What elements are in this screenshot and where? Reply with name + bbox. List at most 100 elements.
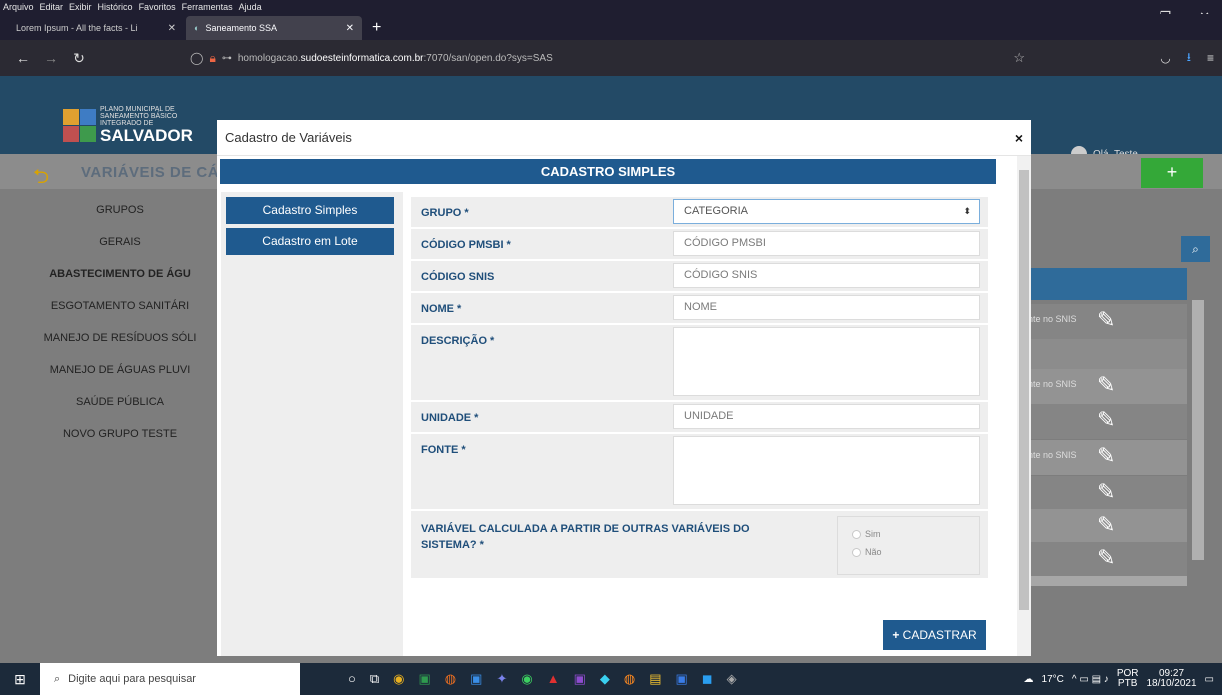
download-icon[interactable]: ⭳ [1187,48,1191,69]
address-bar[interactable]: ◯ 🔒︎ ⊶ homologacao.sudoesteinformatica.c… [190,46,1025,70]
nav-item-novo-grupo[interactable]: NOVO GRUPO TESTE [0,418,240,450]
edit-icon[interactable]: ✎ [1097,372,1115,398]
radio-nao[interactable]: Não [852,547,882,557]
close-icon[interactable]: × [1015,130,1023,146]
clock[interactable]: 09:27 18/10/2021 [1146,669,1196,689]
menu-ajuda[interactable]: Ajuda [239,2,262,12]
codigo-pmsbi-input[interactable]: CÓDIGO PMSBI [673,231,980,256]
table-row: nte no SNIS ✎ [1004,304,1187,339]
firefox-icon[interactable]: ◍ [445,671,456,687]
new-tab-button[interactable]: + [364,16,389,40]
site-logo[interactable]: PLANO MUNICIPAL DE SANEAMENTO BÁSICO INT… [63,104,201,146]
weather-icon[interactable]: ☁ [1024,674,1034,685]
radio-sim[interactable]: Sim [852,529,881,539]
modal-scroll-thumb[interactable] [1019,170,1029,610]
tray-icons[interactable]: ^ ▭ ▤ ♪ [1072,674,1109,685]
acrobat-icon[interactable]: ▲ [547,671,560,687]
grupo-select-value: CATEGORIA [684,205,748,217]
descricao-textarea[interactable] [673,327,980,396]
page-title: VARIÁVEIS DE CÁL [81,164,229,181]
menu-editar[interactable]: Editar [40,2,64,12]
unidade-label: UNIDADE * [421,412,479,424]
modal-title: Cadastro de Variáveis [225,130,352,145]
lock-warning-icon[interactable]: 🔒︎ [209,51,215,66]
grupo-select[interactable]: CATEGORIA ⬍ [673,199,980,224]
tab-lorem-ipsum[interactable]: Lorem Ipsum - All the facts - Li ✕ [8,16,184,40]
select-arrows-icon: ⬍ [963,206,971,216]
weather-temp[interactable]: 17°C [1042,674,1064,685]
nav-item-abastecimento[interactable]: ABASTECIMENTO DE ÁGU [0,258,240,290]
notifications-icon[interactable]: ▭ [1205,674,1214,685]
word-icon[interactable]: ▣ [676,671,688,687]
menu-favoritos[interactable]: Favoritos [139,2,176,12]
plus-icon: + [892,628,900,642]
bookmark-star-icon[interactable]: ☆ [1013,50,1025,66]
teams-icon[interactable]: ✦ [496,671,507,687]
table-horizontal-scrollbar[interactable] [1004,576,1187,586]
edit-icon[interactable]: ✎ [1097,307,1115,333]
table-row: ✎ [1004,476,1187,511]
cortana-icon[interactable]: ○ [348,671,356,687]
shield-icon[interactable]: ◯ [190,51,203,65]
menu-arquivo[interactable]: Arquivo [3,2,34,12]
calculada-options: Sim Não [837,516,980,575]
hamburger-menu-icon[interactable]: ≡ [1207,51,1214,65]
file-explorer-icon[interactable]: ▤ [649,671,661,687]
forward-arrow-icon[interactable]: → [40,50,62,66]
nav-item-residuos[interactable]: MANEJO DE RESÍDUOS SÓLI [0,322,240,354]
close-tab-icon[interactable]: ✕ [346,23,354,34]
onenote-icon[interactable]: ▣ [574,671,586,687]
cadastrar-button[interactable]: + CADASTRAR [883,620,986,650]
modal-scrollbar[interactable] [1017,156,1031,656]
menu-exibir[interactable]: Exibir [69,2,92,12]
menu-ferramentas[interactable]: Ferramentas [182,2,233,12]
excel-icon[interactable]: ▣ [419,671,431,687]
nav-item-saude[interactable]: SAÚDE PÚBLICA [0,386,240,418]
cadastro-em-lote-button[interactable]: Cadastro em Lote [226,228,394,255]
whatsapp-icon[interactable]: ◉ [521,671,532,687]
add-button[interactable]: + [1141,158,1203,188]
edit-icon[interactable]: ✎ [1097,479,1115,505]
chrome-icon[interactable]: ◉ [393,671,404,687]
nav-item-gerais[interactable]: GERAIS [0,226,240,258]
edit-icon[interactable]: ✎ [1097,545,1115,571]
language-indicator[interactable]: POR PTB [1117,669,1139,689]
unidade-input[interactable]: UNIDADE [673,404,980,429]
radio-circle-icon [852,547,861,557]
app-icon[interactable]: ◼ [702,671,713,687]
cadastro-simples-button[interactable]: Cadastro Simples [226,197,394,224]
toolbar-right: ◡ ⭳ ≡ [1160,46,1222,70]
radio-circle-icon [852,529,861,539]
app-icon[interactable]: ◈ [727,671,737,687]
table-scrollbar[interactable] [1192,300,1204,560]
back-icon[interactable]: ⮌ [33,162,49,196]
taskbar-search-placeholder: Digite aqui para pesquisar [68,673,196,685]
search-button[interactable]: ⌕ [1181,236,1210,262]
nav-item-aguas-pluviais[interactable]: MANEJO DE ÁGUAS PLUVI [0,354,240,386]
task-view-icon[interactable]: ⧉ [370,671,379,687]
nav-item-esgotamento[interactable]: ESGOTAMENTO SANITÁRI [0,290,240,322]
edit-icon[interactable]: ✎ [1097,512,1115,538]
codigo-snis-input[interactable]: CÓDIGO SNIS [673,263,980,288]
url-text: homologacao.sudoesteinformatica.com.br:7… [237,52,553,64]
taskbar-search[interactable]: ⌕ Digite aqui para pesquisar [40,663,300,695]
permissions-icon[interactable]: ⊶ [222,53,232,64]
table-row: ✎ [1004,509,1187,544]
app-icon[interactable]: ◆ [600,671,610,687]
calculada-label: VARIÁVEL CALCULADA A PARTIR DE OUTRAS VA… [421,523,750,551]
edit-icon[interactable]: ✎ [1097,443,1115,469]
taskbar: ⊞ ⌕ Digite aqui para pesquisar ○ ⧉ ◉ ▣ ◍… [0,663,1222,695]
pocket-icon[interactable]: ◡ [1160,51,1170,65]
nome-input[interactable]: NOME [673,295,980,320]
tab-favicon-icon: ◐ [194,23,200,33]
windows-start-icon[interactable]: ⊞ [0,671,40,688]
fonte-textarea[interactable] [673,436,980,505]
edit-icon[interactable]: ✎ [1097,407,1115,433]
tab-saneamento[interactable]: ◐ Saneamento SSA ✕ [186,16,362,40]
back-arrow-icon[interactable]: ← [12,50,34,66]
outlook-icon[interactable]: ▣ [470,671,482,687]
firefox-icon[interactable]: ◍ [624,671,635,687]
menu-historico[interactable]: Histórico [98,2,133,12]
reload-icon[interactable]: ↻ [68,50,90,67]
close-tab-icon[interactable]: ✕ [168,23,176,34]
